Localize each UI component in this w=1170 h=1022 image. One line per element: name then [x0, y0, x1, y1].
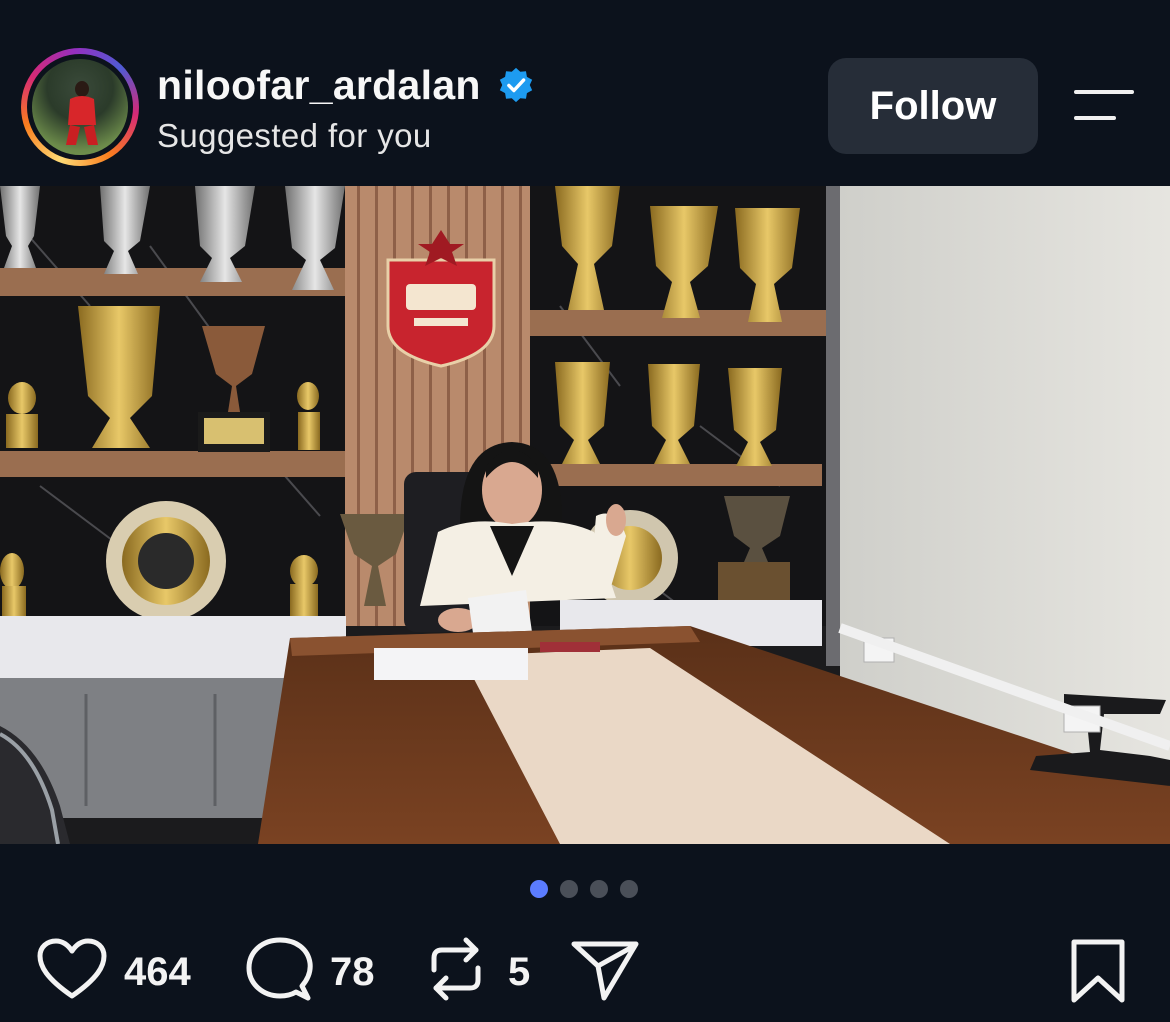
suggested-label: Suggested for you	[157, 117, 432, 154]
avatar	[32, 59, 128, 155]
follow-button[interactable]: Follow	[828, 58, 1038, 154]
carousel-indicator	[530, 880, 642, 900]
carousel-dot	[620, 880, 638, 898]
bookmark-icon[interactable]	[1068, 938, 1128, 1004]
action-bar: 464 78 5	[0, 930, 1170, 1010]
like-count[interactable]: 464	[124, 950, 191, 995]
repost-count[interactable]: 5	[508, 950, 530, 995]
send-icon[interactable]	[570, 938, 640, 1002]
post-image[interactable]	[0, 186, 1170, 844]
heart-icon[interactable]	[36, 938, 108, 1002]
comment-bubble-icon[interactable]	[244, 936, 314, 1004]
verified-badge-icon	[499, 67, 533, 103]
carousel-dot-active	[530, 880, 548, 898]
comment-count[interactable]: 78	[330, 950, 375, 995]
carousel-dot	[590, 880, 608, 898]
carousel-dot	[560, 880, 578, 898]
story-ring-avatar[interactable]	[21, 48, 139, 166]
repost-icon[interactable]	[426, 936, 486, 1002]
post-header: niloofar_ardalan Suggested for you Follo…	[0, 0, 1170, 186]
username[interactable]: niloofar_ardalan	[157, 62, 481, 109]
menu-icon[interactable]	[1072, 86, 1136, 126]
